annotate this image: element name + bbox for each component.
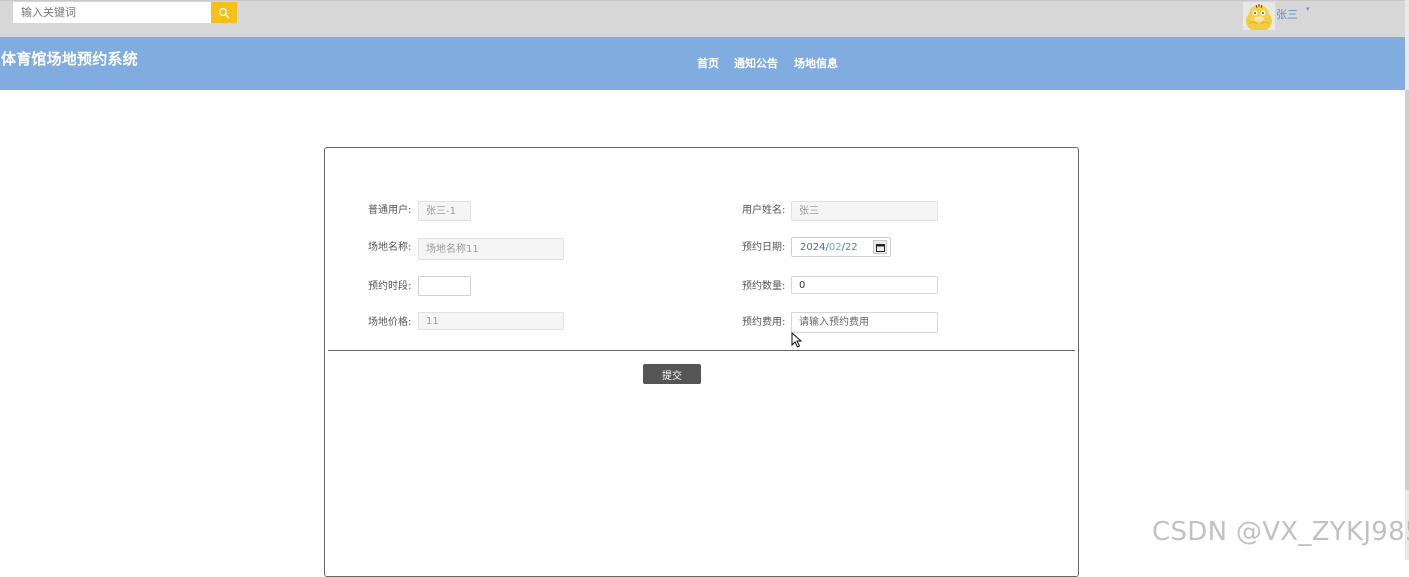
date-year[interactable]: 2024 — [800, 242, 825, 253]
date-day[interactable]: 22 — [845, 242, 858, 253]
search-icon — [218, 7, 230, 18]
nav-bar: 体育馆场地预约系统 首页 通知公告 场地信息 — [0, 37, 1409, 90]
user-name-label: 用户姓名: — [742, 205, 786, 216]
venue-name-label: 场地名称: — [368, 242, 412, 253]
booking-qty-label: 预约数量: — [742, 281, 786, 292]
time-slot-field[interactable] — [418, 276, 471, 296]
search-button[interactable] — [211, 2, 237, 23]
search-input[interactable] — [13, 2, 211, 23]
submit-button[interactable]: 提交 — [643, 364, 701, 384]
site-title: 体育馆场地预约系统 — [1, 50, 138, 68]
booking-date-label: 预约日期: — [742, 242, 786, 253]
user-account-field — [418, 201, 471, 221]
mouse-cursor-icon — [791, 332, 803, 348]
time-slot-label: 预约时段: — [368, 281, 412, 292]
avatar[interactable] — [1243, 2, 1275, 30]
calendar-icon[interactable] — [873, 240, 887, 254]
user-name-link[interactable]: 张三 — [1276, 6, 1298, 22]
booking-qty-field[interactable] — [791, 276, 938, 294]
venue-name-field — [418, 238, 564, 260]
nav-item-home[interactable]: 首页 — [697, 55, 719, 71]
scrollbar-thumb[interactable] — [1405, 90, 1409, 490]
page-scrollbar[interactable] — [1405, 0, 1409, 560]
nav-item-notices[interactable]: 通知公告 — [734, 55, 778, 71]
date-month[interactable]: 02 — [829, 242, 842, 253]
watermark: CSDN @VX_ZYKJ985 — [1152, 517, 1409, 547]
user-account-label: 普通用户: — [368, 205, 412, 216]
venue-price-field — [418, 312, 564, 330]
form-divider — [328, 350, 1075, 351]
venue-price-label: 场地价格: — [368, 317, 412, 328]
chevron-down-icon[interactable]: ▾ — [1306, 5, 1310, 13]
booking-form-card: 普通用户: 用户姓名: 场地名称: 预约日期: 2024/02/22 预约时段:… — [324, 147, 1079, 577]
avatar-duck-icon — [1243, 2, 1275, 30]
nav-item-venues[interactable]: 场地信息 — [794, 55, 838, 71]
top-bar: 张三 ▾ — [0, 0, 1409, 37]
booking-fee-label: 预约费用: — [742, 317, 786, 328]
booking-fee-field[interactable] — [791, 312, 938, 333]
user-name-field — [791, 201, 938, 221]
booking-date-field[interactable]: 2024/02/22 — [791, 237, 891, 257]
